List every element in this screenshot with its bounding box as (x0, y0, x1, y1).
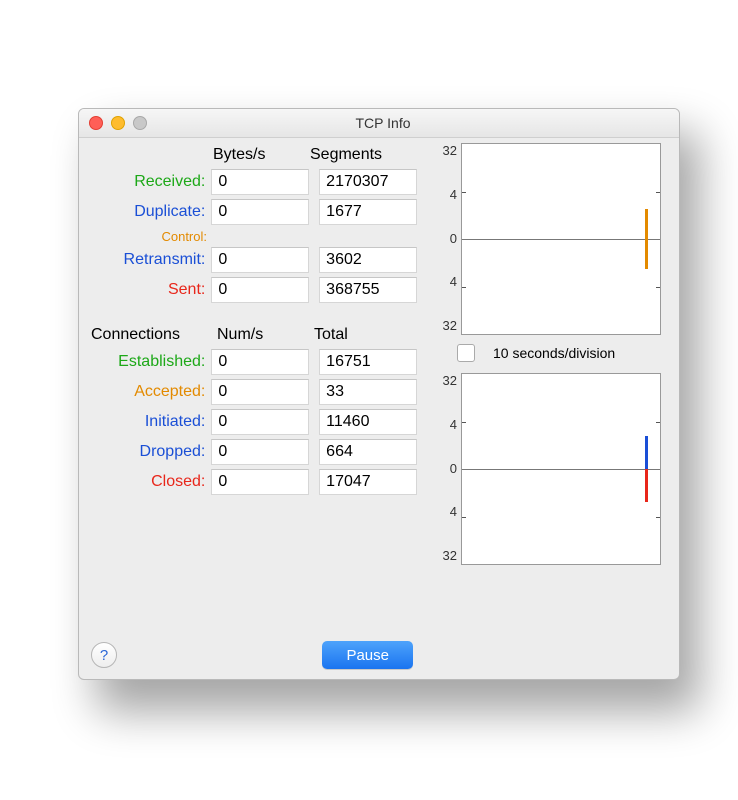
ytick: 32 (443, 318, 457, 333)
ytick: 0 (450, 461, 457, 476)
ytick: 4 (450, 417, 457, 432)
label-duplicate: Duplicate: (87, 203, 211, 221)
label-closed: Closed: (87, 473, 211, 491)
ytick: 32 (443, 143, 457, 158)
established-total-field[interactable]: 16751 (319, 349, 417, 375)
retransmit-segments-field[interactable]: 3602 (319, 247, 417, 273)
window-title: TCP Info (97, 115, 669, 131)
label-control: Control: (87, 229, 213, 244)
accepted-total-field[interactable]: 33 (319, 379, 417, 405)
ytick: 4 (450, 504, 457, 519)
help-icon[interactable]: ? (91, 642, 117, 668)
initiated-rate-field[interactable]: 0 (211, 409, 309, 435)
closed-rate-field[interactable]: 0 (211, 469, 309, 495)
retransmit-rate-field[interactable]: 0 (211, 247, 309, 273)
header-segments: Segments (310, 146, 407, 164)
chart-caption: 10 seconds/division (493, 345, 615, 361)
label-sent: Sent: (87, 281, 211, 299)
label-initiated: Initiated: (87, 413, 211, 431)
label-accepted: Accepted: (87, 383, 211, 401)
duplicate-rate-field[interactable]: 0 (211, 199, 309, 225)
header-bytes-per-sec: Bytes/s (213, 146, 310, 164)
titlebar[interactable]: TCP Info (79, 109, 679, 138)
ytick: 32 (443, 373, 457, 388)
orange-spike-icon (645, 209, 648, 269)
header-total: Total (314, 326, 411, 344)
initiated-total-field[interactable]: 11460 (319, 409, 417, 435)
label-retransmit: Retransmit: (87, 251, 211, 269)
label-dropped: Dropped: (87, 443, 211, 461)
label-received: Received: (87, 173, 211, 191)
dropped-total-field[interactable]: 664 (319, 439, 417, 465)
ytick: 4 (450, 274, 457, 289)
accepted-rate-field[interactable]: 0 (211, 379, 309, 405)
app-window: TCP Info Bytes/s Segments Received: 0 21… (78, 108, 680, 680)
ytick: 4 (450, 187, 457, 202)
pause-button[interactable]: Pause (322, 641, 413, 669)
ytick: 0 (450, 231, 457, 246)
duplicate-segments-field[interactable]: 1677 (319, 199, 417, 225)
ytick: 32 (443, 548, 457, 563)
label-established: Established: (87, 353, 211, 371)
received-rate-field[interactable]: 0 (211, 169, 309, 195)
dropped-rate-field[interactable]: 0 (211, 439, 309, 465)
received-segments-field[interactable]: 2170307 (319, 169, 417, 195)
header-connections: Connections (87, 326, 217, 344)
closed-total-field[interactable]: 17047 (319, 469, 417, 495)
lower-chart: 32 4 0 4 32 (431, 373, 661, 563)
blue-spike-icon (645, 436, 648, 469)
chart-scale-checkbox[interactable] (457, 344, 475, 362)
sent-rate-field[interactable]: 0 (211, 277, 309, 303)
established-rate-field[interactable]: 0 (211, 349, 309, 375)
header-num-per-sec: Num/s (217, 326, 314, 344)
red-spike-icon (645, 469, 648, 502)
upper-chart: 32 4 0 4 32 (431, 143, 661, 333)
sent-segments-field[interactable]: 368755 (319, 277, 417, 303)
